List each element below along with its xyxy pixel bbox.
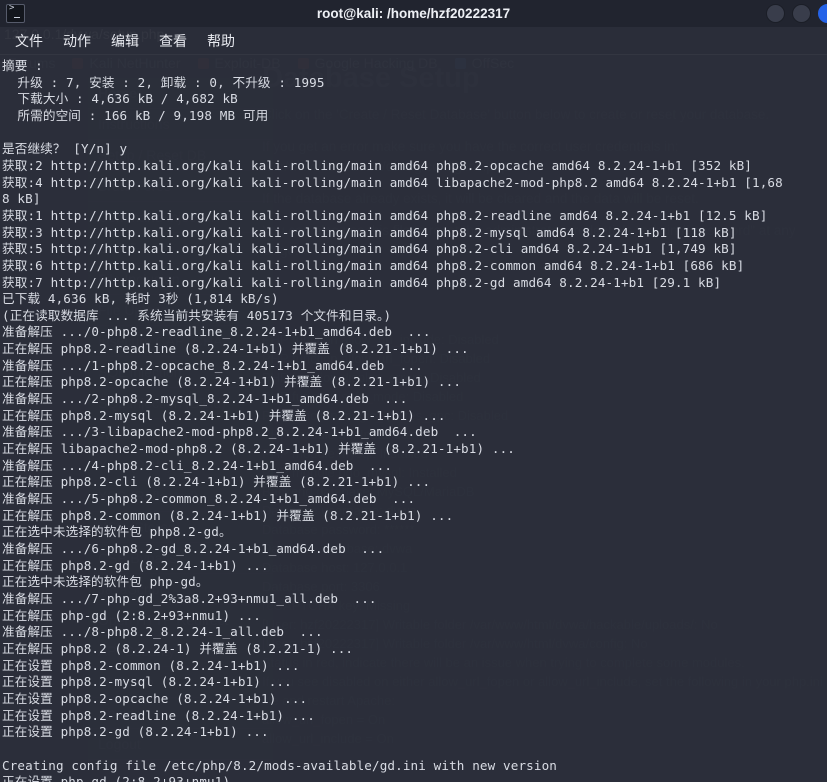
terminal-window: root@kali: /home/hzf20222317 文件 动作 编辑 查看… <box>0 0 827 782</box>
terminal-line: 正在解压 php8.2-cli (8.2.24-1+b1) 并覆盖 (8.2.2… <box>2 474 431 490</box>
terminal-line: 正在设置 php-gd (2:8.2+93+nmu1) ... <box>2 774 261 782</box>
terminal-line: 获取:6 http://http.kali.org/kali kali-roll… <box>2 257 745 273</box>
terminal-line: 正在解压 php8.2 (8.2.24-1) 并覆盖 (8.2.21-1) ..… <box>2 640 354 656</box>
terminal-line: Creating config file /etc/php/8.2/mods-a… <box>2 757 557 773</box>
minimize-button[interactable] <box>766 4 785 23</box>
window-title: root@kali: /home/hzf20222317 <box>316 6 511 21</box>
window-titlebar[interactable]: root@kali: /home/hzf20222317 <box>0 0 827 27</box>
terminal-line: 正在选中未选择的软件包 php8.2-gd。 <box>2 524 232 540</box>
terminal-line: 准备解压 .../4-php8.2-cli_8.2.24-1+b1_amd64.… <box>2 457 393 473</box>
terminal-line: 准备解压 .../0-php8.2-readline_8.2.24-1+b1_a… <box>2 324 431 340</box>
terminal-line: 正在设置 php8.2-readline (8.2.24-1+b1) ... <box>2 707 315 723</box>
terminal-line: 正在设置 php8.2-opcache (8.2.24-1+b1) ... <box>2 690 308 706</box>
terminal-line: 正在设置 php8.2-gd (8.2.24-1+b1) ... <box>2 724 269 740</box>
terminal-line: 下载大小 : 4,636 kB / 4,682 kB <box>2 91 238 107</box>
terminal-output-area[interactable]: 摘要 : 升级 : 7, 安装 : 2, 卸载 : 0, 不升级 : 1995 … <box>0 55 827 782</box>
terminal-line: 正在解压 php8.2-opcache (8.2.24-1+b1) 并覆盖 (8… <box>2 374 462 390</box>
terminal-line: 正在解压 php8.2-mysql (8.2.24-1+b1) 并覆盖 (8.2… <box>2 407 446 423</box>
terminal-lines: 摘要 : 升级 : 7, 安装 : 2, 卸载 : 0, 不升级 : 1995 … <box>2 58 827 782</box>
terminal-line: 正在设置 php8.2-mysql (8.2.24-1+b1) ... <box>2 674 292 690</box>
terminal-line: 正在解压 php8.2-common (8.2.24-1+b1) 并覆盖 (8.… <box>2 507 454 523</box>
terminal-icon <box>6 3 25 23</box>
terminal-line: 升级 : 7, 安装 : 2, 卸载 : 0, 不升级 : 1995 <box>2 74 325 90</box>
terminal-line: 获取:3 http://http.kali.org/kali kali-roll… <box>2 224 737 240</box>
menu-help[interactable]: 帮助 <box>198 28 244 54</box>
maximize-button[interactable] <box>792 4 811 23</box>
terminal-line: 正在解压 libapache2-mod-php8.2 (8.2.24-1+b1)… <box>2 441 515 457</box>
terminal-line: 是否继续？ [Y/n] y <box>2 141 128 157</box>
terminal-line: 获取:7 http://http.kali.org/kali kali-roll… <box>2 274 722 290</box>
terminal-line: 已下载 4,636 kB, 耗时 3秒 (1,814 kB/s) <box>2 291 279 307</box>
terminal-line: 所需的空间 : 166 kB / 9,198 MB 可用 <box>2 107 269 123</box>
terminal-line: 准备解压 .../6-php8.2-gd_8.2.24-1+b1_amd64.d… <box>2 541 385 557</box>
terminal-line: 准备解压 .../2-php8.2-mysql_8.2.24-1+b1_amd6… <box>2 391 408 407</box>
terminal-line: 正在设置 php8.2-common (8.2.24-1+b1) ... <box>2 657 300 673</box>
terminal-line: 准备解压 .../5-php8.2-common_8.2.24-1+b1_amd… <box>2 491 416 507</box>
terminal-line: 获取:2 http://http.kali.org/kali kali-roll… <box>2 157 752 173</box>
window-controls <box>766 0 827 27</box>
terminal-line: 获取:4 http://http.kali.org/kali kali-roll… <box>2 174 783 190</box>
terminal-line: 获取:5 http://http.kali.org/kali kali-roll… <box>2 241 737 257</box>
terminal-line: 正在选中未选择的软件包 php-gd。 <box>2 574 209 590</box>
menu-bar: 文件 动作 编辑 查看 帮助 <box>0 27 827 55</box>
close-button[interactable] <box>818 4 827 23</box>
terminal-line: 获取:1 http://http.kali.org/kali kali-roll… <box>2 207 768 223</box>
terminal-line: 摘要 : <box>2 58 43 73</box>
menu-view[interactable]: 查看 <box>150 28 196 54</box>
menu-actions[interactable]: 动作 <box>54 28 100 54</box>
terminal-line: 正在解压 php8.2-readline (8.2.24-1+b1) 并覆盖 (… <box>2 341 469 357</box>
terminal-line: 准备解压 .../8-php8.2_8.2.24-1_all.deb ... <box>2 624 323 640</box>
terminal-line: 准备解压 .../7-php-gd_2%3a8.2+93+nmu1_all.de… <box>2 590 377 606</box>
terminal-line: 正在解压 php-gd (2:8.2+93+nmu1) ... <box>2 607 261 623</box>
terminal-line: (正在读取数据库 ... 系统当前共安装有 405173 个文件和目录。) <box>2 307 392 323</box>
terminal-line: 8 kB] <box>2 191 41 207</box>
terminal-line: 准备解压 .../1-php8.2-opcache_8.2.24-1+b1_am… <box>2 357 423 373</box>
terminal-line: 准备解压 .../3-libapache2-mod-php8.2_8.2.24-… <box>2 424 477 440</box>
menu-file[interactable]: 文件 <box>6 28 52 54</box>
menu-edit[interactable]: 编辑 <box>102 28 148 54</box>
terminal-line: 正在解压 php8.2-gd (8.2.24-1+b1) ... <box>2 557 269 573</box>
